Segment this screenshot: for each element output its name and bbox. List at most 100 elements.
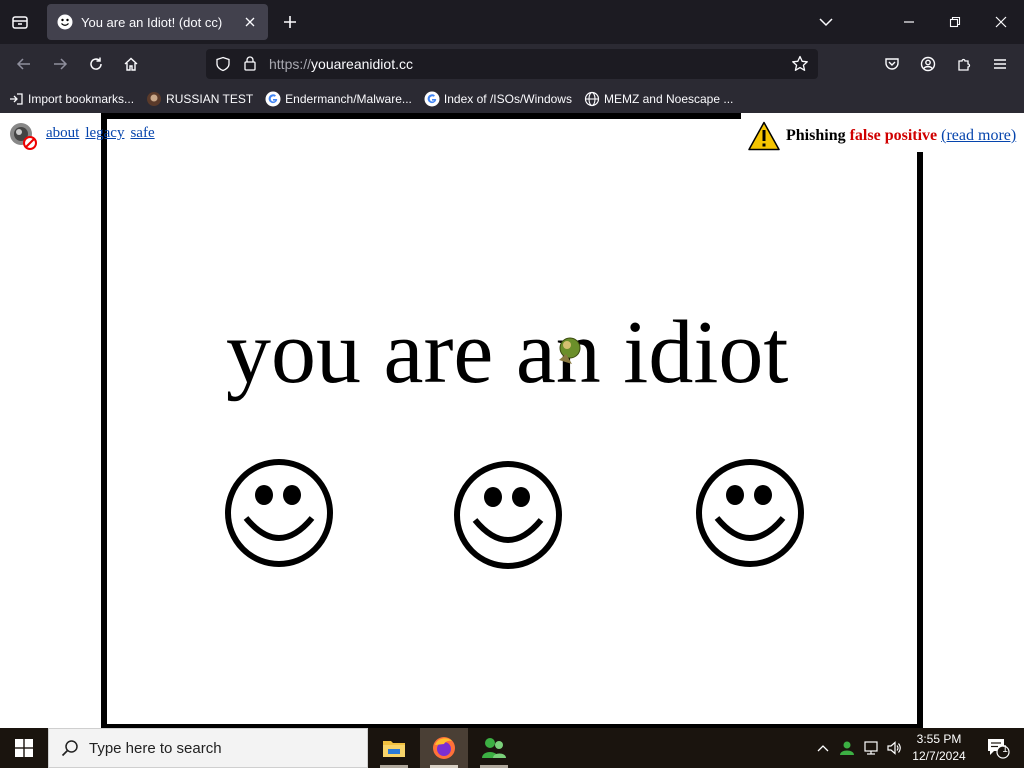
bookmark-import[interactable]: Import bookmarks... xyxy=(8,88,134,110)
tab-close-button[interactable] xyxy=(240,12,260,32)
import-icon xyxy=(8,91,24,107)
page-frame xyxy=(101,113,923,728)
home-button[interactable] xyxy=(117,50,145,78)
google-icon xyxy=(424,91,440,107)
tab-list-icon xyxy=(12,16,28,29)
minimize-button[interactable] xyxy=(895,8,923,36)
tab-title: You are an Idiot! (dot cc) xyxy=(81,14,223,30)
windows-logo-icon xyxy=(15,739,33,757)
back-arrow-icon xyxy=(16,58,30,70)
active-tab[interactable]: You are an Idiot! (dot cc) xyxy=(47,4,268,40)
reload-button[interactable] xyxy=(82,50,110,78)
taskbar-file-explorer[interactable] xyxy=(370,728,418,768)
shield-icon[interactable] xyxy=(215,56,231,72)
globe-icon xyxy=(584,91,600,107)
smiley-face-icon xyxy=(696,459,804,567)
false-positive-label: false positive xyxy=(849,127,938,144)
windows-taskbar: Type here to search 3:55 PM 12/7/2024 1 xyxy=(0,728,1024,768)
home-icon xyxy=(124,57,138,71)
menu-button[interactable] xyxy=(986,50,1014,78)
url-text[interactable]: https://youareanidiot.cc xyxy=(269,56,413,72)
legacy-link[interactable]: legacy xyxy=(85,125,124,141)
account-button[interactable] xyxy=(914,50,942,78)
safe-link[interactable]: safe xyxy=(130,125,154,141)
pocket-button[interactable] xyxy=(878,50,906,78)
browser-tab-strip: You are an Idiot! (dot cc) xyxy=(0,0,1024,44)
google-icon xyxy=(265,91,281,107)
chevron-up-icon xyxy=(817,745,829,752)
search-placeholder: Type here to search xyxy=(89,739,222,757)
headline-text: you are an idiot xyxy=(226,303,789,402)
network-button[interactable] xyxy=(860,728,882,768)
chevron-down-icon xyxy=(819,18,833,27)
site-favicon-icon xyxy=(146,91,162,107)
restore-button[interactable] xyxy=(941,8,969,36)
hamburger-menu-icon xyxy=(994,59,1006,69)
notifications-button[interactable]: 1 xyxy=(978,728,1018,768)
star-icon[interactable] xyxy=(791,55,809,73)
volume-button[interactable] xyxy=(883,728,905,768)
reload-icon xyxy=(90,57,102,70)
smiley-face-icon xyxy=(225,459,333,567)
network-icon xyxy=(864,741,878,755)
user-icon xyxy=(840,741,854,755)
close-icon xyxy=(245,17,255,27)
forward-arrow-icon xyxy=(54,58,68,70)
plus-icon xyxy=(284,16,296,28)
forward-button[interactable] xyxy=(46,50,74,78)
taskbar-firefox[interactable] xyxy=(420,728,468,768)
tray-user-app[interactable] xyxy=(836,728,858,768)
taskbar-clock[interactable]: 3:55 PM 12/7/2024 xyxy=(906,731,972,765)
phishing-notice: Phishing false positive (read more) xyxy=(748,121,1016,151)
url-protocol: https:// xyxy=(269,56,312,72)
links-row: about legacy safe xyxy=(46,122,161,142)
smiley-favicon-icon xyxy=(57,14,73,30)
account-icon xyxy=(920,56,936,72)
tab-list-button[interactable] xyxy=(6,8,34,36)
bookmark-russian-test[interactable]: RUSSIAN TEST xyxy=(146,88,253,110)
puzzle-icon xyxy=(958,58,971,71)
restore-icon xyxy=(949,16,961,28)
bookmark-label: Index of /ISOs/Windows xyxy=(443,91,572,106)
warning-icon xyxy=(748,121,780,151)
back-button[interactable] xyxy=(10,50,38,78)
extensions-button[interactable] xyxy=(950,50,978,78)
clock-date: 12/7/2024 xyxy=(912,749,966,763)
users-icon xyxy=(482,738,506,758)
pocket-icon xyxy=(885,58,899,70)
bookmark-label: Import bookmarks... xyxy=(28,91,135,106)
bookmark-endermanch[interactable]: Endermanch/Malware... xyxy=(265,88,412,110)
frame-top-border xyxy=(101,113,741,119)
lock-icon[interactable] xyxy=(243,55,257,72)
minimize-icon xyxy=(904,21,914,23)
close-icon xyxy=(995,16,1007,28)
notification-count: 1 xyxy=(1002,744,1008,755)
window-close-button[interactable] xyxy=(987,8,1015,36)
bookmark-memz[interactable]: MEMZ and Noescape ... xyxy=(584,88,733,110)
bookmarks-toolbar: Import bookmarks... RUSSIAN TEST Enderma… xyxy=(0,84,1024,113)
navigation-toolbar: https://youareanidiot.cc xyxy=(0,44,1024,84)
top-left-nav: about legacy safe xyxy=(8,121,161,151)
list-all-tabs-button[interactable] xyxy=(812,8,840,36)
search-icon xyxy=(61,740,78,757)
bookmark-label: RUSSIAN TEST xyxy=(166,91,254,106)
taskbar-people-app[interactable] xyxy=(470,728,518,768)
clock-time: 3:55 PM xyxy=(916,732,962,746)
animated-cursor-icon xyxy=(559,337,581,364)
about-link[interactable]: about xyxy=(46,125,79,141)
show-hidden-icons-button[interactable] xyxy=(812,728,834,768)
new-tab-button[interactable] xyxy=(276,8,304,36)
taskbar-search-box[interactable]: Type here to search xyxy=(48,728,368,768)
start-button[interactable] xyxy=(0,728,48,768)
firefox-icon xyxy=(433,737,455,759)
page-content: about legacy safe Phishing false positive … xyxy=(0,113,1024,728)
address-bar[interactable]: https://youareanidiot.cc xyxy=(206,49,818,79)
url-host: youareanidiot.cc xyxy=(311,56,413,72)
bookmark-index-isos[interactable]: Index of /ISOs/Windows xyxy=(424,88,572,110)
bookmark-label: Endermanch/Malware... xyxy=(285,91,412,106)
bookmark-label: MEMZ and Noescape ... xyxy=(603,91,734,106)
phishing-label: Phishing xyxy=(786,127,846,144)
speaker-icon xyxy=(887,741,901,755)
smiley-face-icon xyxy=(454,461,562,569)
read-more-link[interactable]: (read more) xyxy=(941,127,1016,145)
